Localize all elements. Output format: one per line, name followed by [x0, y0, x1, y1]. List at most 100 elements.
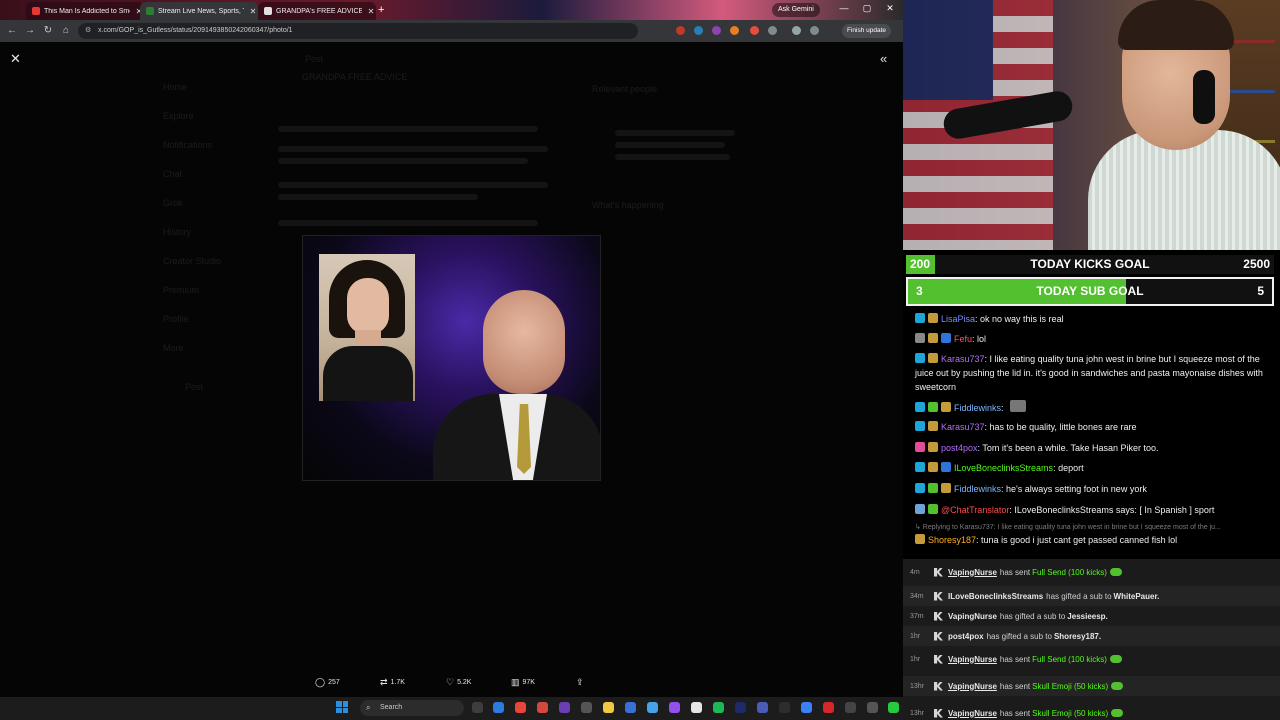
tab-close-icon[interactable]: ✕ [248, 7, 258, 16]
collapse-panel-icon[interactable]: « [880, 51, 887, 66]
app-icon[interactable] [625, 702, 636, 713]
tab-3[interactable]: GRANDPA's FREE ADVICE on X ✕ [258, 2, 376, 20]
sub-goal-label: TODAY SUB GOAL [1036, 284, 1144, 298]
new-tab-button[interactable]: + [378, 4, 384, 16]
inset-portrait-woman [319, 254, 415, 401]
kick-logo-icon [934, 681, 943, 691]
app-icon[interactable] [537, 702, 548, 713]
taskbar-search[interactable]: ⌕ Search [360, 700, 464, 716]
chat-username[interactable]: Fiddlewinks [954, 403, 1001, 413]
search-placeholder: Search [380, 704, 403, 711]
event-row: 1hr post4pox has gifted a sub to Shoresy1… [903, 626, 1280, 646]
repost-button[interactable]: ⇄ 1.7K [380, 677, 405, 688]
tab-2[interactable]: Stream Live News, Sports, T ✕ [140, 2, 258, 20]
back-icon[interactable]: ← [6, 25, 18, 36]
premiere-icon[interactable] [735, 702, 746, 713]
event-action: has gifted a sub to [1046, 591, 1112, 601]
event-user[interactable]: VapingNurse [948, 612, 997, 621]
extensions-puzzle-icon[interactable] [768, 26, 777, 35]
ghost-nav-item: Explore [163, 111, 194, 121]
chat-username[interactable]: Karasu737 [941, 422, 985, 432]
window-close-button[interactable]: ✕ [883, 3, 897, 14]
chat-username[interactable]: Shoresy187 [928, 535, 976, 545]
chat-message: ILoveBoneclinksStreams: deport [915, 461, 1275, 475]
kick-favicon-icon [146, 7, 154, 15]
app-icon[interactable] [779, 702, 790, 713]
app-icon[interactable] [801, 702, 812, 713]
share-button[interactable]: ⇪ [576, 677, 584, 688]
chat-username[interactable]: LisaPisa [941, 314, 975, 324]
chat-username[interactable]: Fiddlewinks [954, 484, 1001, 494]
close-icon[interactable]: ✕ [10, 51, 21, 67]
event-action: has gifted a sub to [999, 611, 1066, 621]
chat-text: : ILoveBoneclinksStreams says: [ In Span… [1009, 505, 1215, 515]
app-icon[interactable] [867, 702, 878, 713]
views-button[interactable]: ▥ 97K [511, 677, 535, 688]
event-user[interactable]: VapingNurse [948, 568, 997, 577]
chat-username[interactable]: @ChatTranslator [941, 505, 1009, 515]
chat-text: : [1001, 403, 1004, 413]
badge-icon [928, 462, 938, 472]
event-user[interactable]: VapingNurse [948, 655, 997, 664]
forward-icon[interactable]: → [24, 25, 36, 36]
chat-username[interactable]: ILoveBoneclinksStreams [954, 463, 1053, 473]
event-user[interactable]: VapingNurse [948, 682, 997, 691]
extension-icon[interactable] [694, 26, 703, 35]
file-explorer-icon[interactable] [603, 702, 614, 713]
profile-avatar-icon[interactable] [810, 26, 819, 35]
reply-button[interactable]: ◯ 257 [315, 677, 340, 688]
like-count: 5.2K [457, 679, 472, 686]
kick-logo-icon [934, 591, 943, 601]
extension-icon[interactable] [750, 26, 759, 35]
finish-update-button[interactable]: Finish update [842, 24, 892, 38]
address-bar[interactable]: ⚙ x.com/GOP_is_Gutless/status/2091493850… [78, 23, 638, 39]
views-chart-icon: ▥ [511, 677, 520, 687]
app-icon[interactable] [647, 702, 658, 713]
chrome-icon[interactable] [515, 702, 526, 713]
spotify-icon[interactable] [713, 702, 724, 713]
maximize-button[interactable]: ▢ [860, 3, 874, 14]
app-icon[interactable] [823, 702, 834, 713]
ghost-text-line [278, 158, 528, 164]
chat-username[interactable]: Fefu [954, 334, 972, 344]
home-icon[interactable]: ⌂ [60, 25, 72, 36]
minimize-button[interactable]: — [837, 3, 851, 13]
event-user[interactable]: VapingNurse [948, 709, 997, 718]
app-icon[interactable] [845, 702, 856, 713]
ask-gemini-button[interactable]: Ask Gemini [772, 3, 820, 17]
chat-username[interactable]: Karasu737 [941, 354, 985, 364]
kick-app-icon[interactable] [888, 702, 899, 713]
like-button[interactable]: ♡ 5.2K [446, 677, 471, 688]
extension-icon[interactable] [712, 26, 721, 35]
extension-icon[interactable] [676, 26, 685, 35]
download-icon[interactable] [792, 26, 801, 35]
kicks-goal-bar: 200 TODAY KICKS GOAL 2500 [906, 255, 1274, 274]
task-view-icon[interactable] [472, 702, 483, 713]
app-icon[interactable] [581, 702, 592, 713]
app-icon[interactable] [669, 702, 680, 713]
extension-icon[interactable] [730, 26, 739, 35]
subs-target: 5 [1257, 284, 1264, 298]
edge-icon[interactable] [493, 702, 504, 713]
site-info-icon[interactable]: ⚙ [85, 23, 91, 39]
tab-close-icon[interactable]: ✕ [366, 7, 376, 16]
badge-icon [915, 333, 925, 343]
windows-start-icon[interactable] [336, 701, 348, 713]
event-user[interactable]: post4pox [948, 632, 984, 641]
app-icon[interactable] [691, 702, 702, 713]
badge-icon [941, 483, 951, 493]
app-icon[interactable] [559, 702, 570, 713]
chat-username[interactable]: post4pox [941, 443, 978, 453]
chat-message: Fiddlewinks: [915, 400, 1275, 415]
reload-icon[interactable]: ↻ [42, 25, 54, 36]
bot-badge-icon [915, 504, 925, 514]
app-icon[interactable] [757, 702, 768, 713]
ghost-nav-item: Creator Studio [163, 256, 222, 266]
event-action: has sent [999, 567, 1031, 577]
event-user[interactable]: ILoveBoneclinksStreams [948, 592, 1043, 601]
event-time: 13hr [910, 682, 925, 690]
event-item: Jessieesp. [1067, 611, 1108, 621]
stream-events: 4m VapingNurse has sent Full Send (100 ki… [903, 559, 1280, 720]
tab-1[interactable]: This Man Is Addicted to Smel ✕ [26, 2, 144, 20]
chat-text: : deport [1053, 463, 1084, 473]
